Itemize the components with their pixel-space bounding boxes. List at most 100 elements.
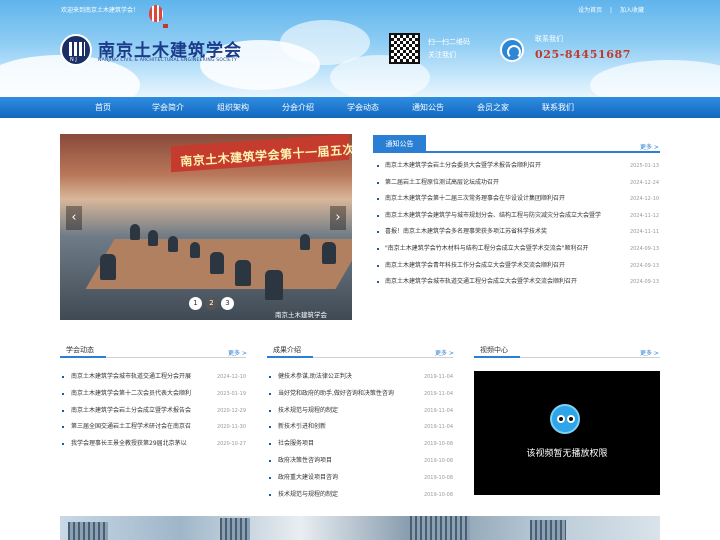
notice-item-date: 2024-09-13 bbox=[629, 246, 659, 252]
bullet-icon bbox=[62, 376, 64, 378]
news-item[interactable]: 我学会理事长王景全教授获第29届北京茅以 2020-10-27 bbox=[62, 438, 246, 450]
results-item[interactable]: 当好党和政府的助手,做好咨询和决策性咨询 2019-11-04 bbox=[269, 388, 453, 400]
slide-next-button[interactable]: › bbox=[330, 206, 346, 230]
results-item[interactable]: 社会服务项目 2019-10-08 bbox=[269, 438, 453, 450]
bullet-icon bbox=[62, 443, 64, 446]
bullet-icon bbox=[377, 248, 379, 250]
news-item[interactable]: 南京土木建筑学会第十二次会员代表大会顺利 2023-01-19 bbox=[62, 388, 246, 400]
results-item-date: 2019-10-08 bbox=[423, 474, 453, 481]
notice-item[interactable]: 南京土木建筑学会第十二届三次常务理事会在华设设计集团顺利召开 2024-12-10 bbox=[377, 193, 660, 205]
qr-label-follow: 关注我们 bbox=[428, 51, 456, 59]
notice-item[interactable]: 第二届岩土工程原位测试高层论坛成功召开 2024-12-24 bbox=[377, 177, 660, 189]
notice-item-title[interactable]: 南京土木建筑学会青年科技工作分会成立大会暨学术交流会顺利召开 bbox=[385, 260, 565, 272]
notice-item-title[interactable]: 南京土木建筑学会城市轨道交通工程分会成立大会暨学术交流会顺利召开 bbox=[385, 276, 577, 288]
balloon-basket-icon bbox=[163, 24, 168, 28]
notice-item[interactable]: 喜报！南京土木建筑学会多名理事荣获多项江苏省科学技术奖 2024-11-11 bbox=[377, 226, 660, 238]
news-item-title[interactable]: 第三届全国交通岩土工程学术研讨会在南京召 bbox=[71, 421, 191, 433]
notice-item[interactable]: 南京土木建筑学会城市轨道交通工程分会成立大会暨学术交流会顺利召开 2024-09-… bbox=[377, 276, 660, 288]
qr-caption: 扫一扫二维码 关注我们 bbox=[428, 36, 470, 62]
notice-item-title[interactable]: 南京土木建筑学会第十二届三次常务理事会在华设设计集团顺利召开 bbox=[385, 193, 565, 205]
notice-item-title[interactable]: 南京土木建筑学会建筑学与城市规划分会、结构工程与防灾减灾分会成立大会暨学 bbox=[385, 210, 601, 222]
results-item-date: 2019-10-08 bbox=[423, 441, 453, 448]
results-item-title[interactable]: 健技术参谋,助法律公正判决 bbox=[278, 371, 352, 383]
building-image bbox=[68, 522, 108, 540]
notice-item[interactable]: 南京土木建筑学会建筑学与城市规划分会、结构工程与防灾减灾分会成立大会暨学 2024… bbox=[377, 210, 660, 222]
news-item-title[interactable]: 南京土木建筑学会岩土分会成立暨学术报告会 bbox=[71, 405, 191, 417]
contact-label: 联系我们 bbox=[535, 35, 563, 43]
results-item-date: 2019-11-04 bbox=[423, 424, 453, 431]
news-item-date: 2020-10-27 bbox=[216, 441, 246, 448]
news-item[interactable]: 南京土木建筑学会城市轨道交通工程分会开展 2024-12-10 bbox=[62, 371, 246, 383]
society-logo[interactable]: N J bbox=[60, 34, 92, 66]
results-item-title[interactable]: 政府重大建设项目咨询 bbox=[278, 472, 338, 484]
notice-item[interactable]: "南京土木建筑学会竹木材料与结构工程分会成立大会暨学术交流会"顺利召开 2024-… bbox=[377, 243, 660, 255]
notice-more-link[interactable]: 更多 > bbox=[640, 142, 659, 151]
building-image bbox=[410, 516, 470, 540]
news-item-title[interactable]: 我学会理事长王景全教授获第29届北京茅以 bbox=[71, 438, 187, 450]
news-underline bbox=[60, 356, 106, 358]
results-item-title[interactable]: 政府决策性咨询项目 bbox=[278, 455, 332, 467]
logo-text: N J bbox=[70, 57, 77, 63]
results-item-title[interactable]: 技术规范与规程的制定 bbox=[278, 405, 338, 417]
results-item-date: 2019-11-04 bbox=[423, 390, 453, 397]
notice-item[interactable]: 南京土木建筑学会岩土分会委员大会暨学术报告会顺利召开 2025-01-13 bbox=[377, 160, 660, 172]
results-title: 成果介绍 bbox=[273, 346, 301, 354]
bullet-icon bbox=[62, 426, 64, 429]
slide-dot-1[interactable]: 1 bbox=[189, 297, 202, 310]
nav-item-contact[interactable]: 联系我们 bbox=[515, 97, 601, 118]
attendee-figure bbox=[235, 260, 251, 286]
news-item[interactable]: 南京土木建筑学会岩土分会成立暨学术报告会 2020-12-29 bbox=[62, 405, 246, 417]
results-item[interactable]: 政府重大建设项目咨询 2019-10-08 bbox=[269, 472, 453, 484]
notice-header: 通知公告 bbox=[373, 135, 660, 153]
results-more-link[interactable]: 更多 > bbox=[435, 348, 454, 357]
slide-dot-2[interactable]: 2 bbox=[205, 297, 218, 310]
results-item-title[interactable]: 社会服务项目 bbox=[278, 438, 314, 450]
notice-item[interactable]: 南京土木建筑学会青年科技工作分会成立大会暨学术交流会顺利召开 2024-09-13 bbox=[377, 260, 660, 272]
results-item-title[interactable]: 当好党和政府的助手,做好咨询和决策性咨询 bbox=[278, 388, 394, 400]
slide-prev-button[interactable]: ‹ bbox=[66, 206, 82, 230]
mascot-eye bbox=[567, 415, 575, 423]
news-item[interactable]: 第三届全国交通岩土工程学术研讨会在南京召 2020-11-30 bbox=[62, 421, 246, 433]
news-item-title[interactable]: 南京土木建筑学会城市轨道交通工程分会开展 bbox=[71, 371, 191, 383]
bullet-icon bbox=[269, 409, 271, 412]
results-item[interactable]: 健技术参谋,助法律公正判决 2019-11-04 bbox=[269, 371, 453, 383]
notice-tab[interactable]: 通知公告 bbox=[373, 135, 426, 153]
results-item[interactable]: 政府决策性咨询项目 2019-10-08 bbox=[269, 455, 453, 467]
notice-item-title[interactable]: 喜报！南京土木建筑学会多名理事荣获多项江苏省科学技术奖 bbox=[385, 226, 547, 238]
notice-item-title[interactable]: "南京土木建筑学会竹木材料与结构工程分会成立大会暨学术交流会"顺利召开 bbox=[385, 243, 589, 255]
top-links-divider: | bbox=[610, 7, 613, 14]
notice-item-date: 2024-11-11 bbox=[629, 229, 659, 236]
notice-item-title[interactable]: 南京土木建筑学会岩土分会委员大会暨学术报告会顺利召开 bbox=[385, 160, 541, 172]
top-links: 设为首页 | 加入收藏 bbox=[572, 5, 644, 14]
bullet-icon bbox=[269, 443, 271, 446]
video-title: 视频中心 bbox=[480, 346, 508, 354]
news-more-link[interactable]: 更多 > bbox=[228, 348, 247, 357]
customer-service-icon bbox=[500, 38, 524, 62]
results-item-date: 2019-11-04 bbox=[423, 374, 453, 380]
site-header: 欢迎来到南京土木建筑学会！ 设为首页 | 加入收藏 N J 南京土木建筑学会 N… bbox=[0, 0, 720, 97]
results-item-title[interactable]: 新技术引进和创新 bbox=[278, 421, 326, 433]
results-item[interactable]: 技术规范与规程的制定 2019-11-04 bbox=[269, 405, 453, 417]
building-image bbox=[220, 518, 250, 540]
bullet-icon bbox=[377, 264, 379, 267]
meeting-photo-slide[interactable]: 南京土木建筑学会第十一届五次常务理事会议 ‹ › bbox=[60, 134, 352, 320]
results-item[interactable]: 新技术引进和创新 2019-11-04 bbox=[269, 421, 453, 433]
notice-item-title[interactable]: 第二届岩土工程原位测试高层论坛成功召开 bbox=[385, 177, 499, 189]
results-underline bbox=[267, 356, 313, 358]
news-title: 学会动态 bbox=[66, 346, 94, 354]
news-item-date: 2023-01-19 bbox=[216, 390, 246, 397]
add-favorite-link[interactable]: 加入收藏 bbox=[620, 7, 644, 14]
bullet-icon bbox=[377, 198, 379, 201]
set-homepage-link[interactable]: 设为首页 bbox=[578, 7, 602, 14]
welcome-text: 欢迎来到南京土木建筑学会！ bbox=[61, 7, 140, 14]
attendee-figure bbox=[190, 242, 200, 258]
qr-label-scan: 扫一扫二维码 bbox=[428, 38, 470, 46]
news-item-title[interactable]: 南京土木建筑学会第十二次会员代表大会顺利 bbox=[71, 388, 191, 400]
results-item-title[interactable]: 技术规范与规程的制定 bbox=[278, 489, 338, 501]
attendee-figure bbox=[148, 230, 158, 246]
slide-dot-3[interactable]: 3 bbox=[221, 297, 234, 310]
bullet-icon bbox=[269, 426, 271, 429]
contact-phone: 025-84451687 bbox=[535, 48, 631, 61]
video-more-link[interactable]: 更多 > bbox=[640, 348, 659, 357]
results-item[interactable]: 技术规范与规程的制定 2019-10-08 bbox=[269, 489, 453, 501]
